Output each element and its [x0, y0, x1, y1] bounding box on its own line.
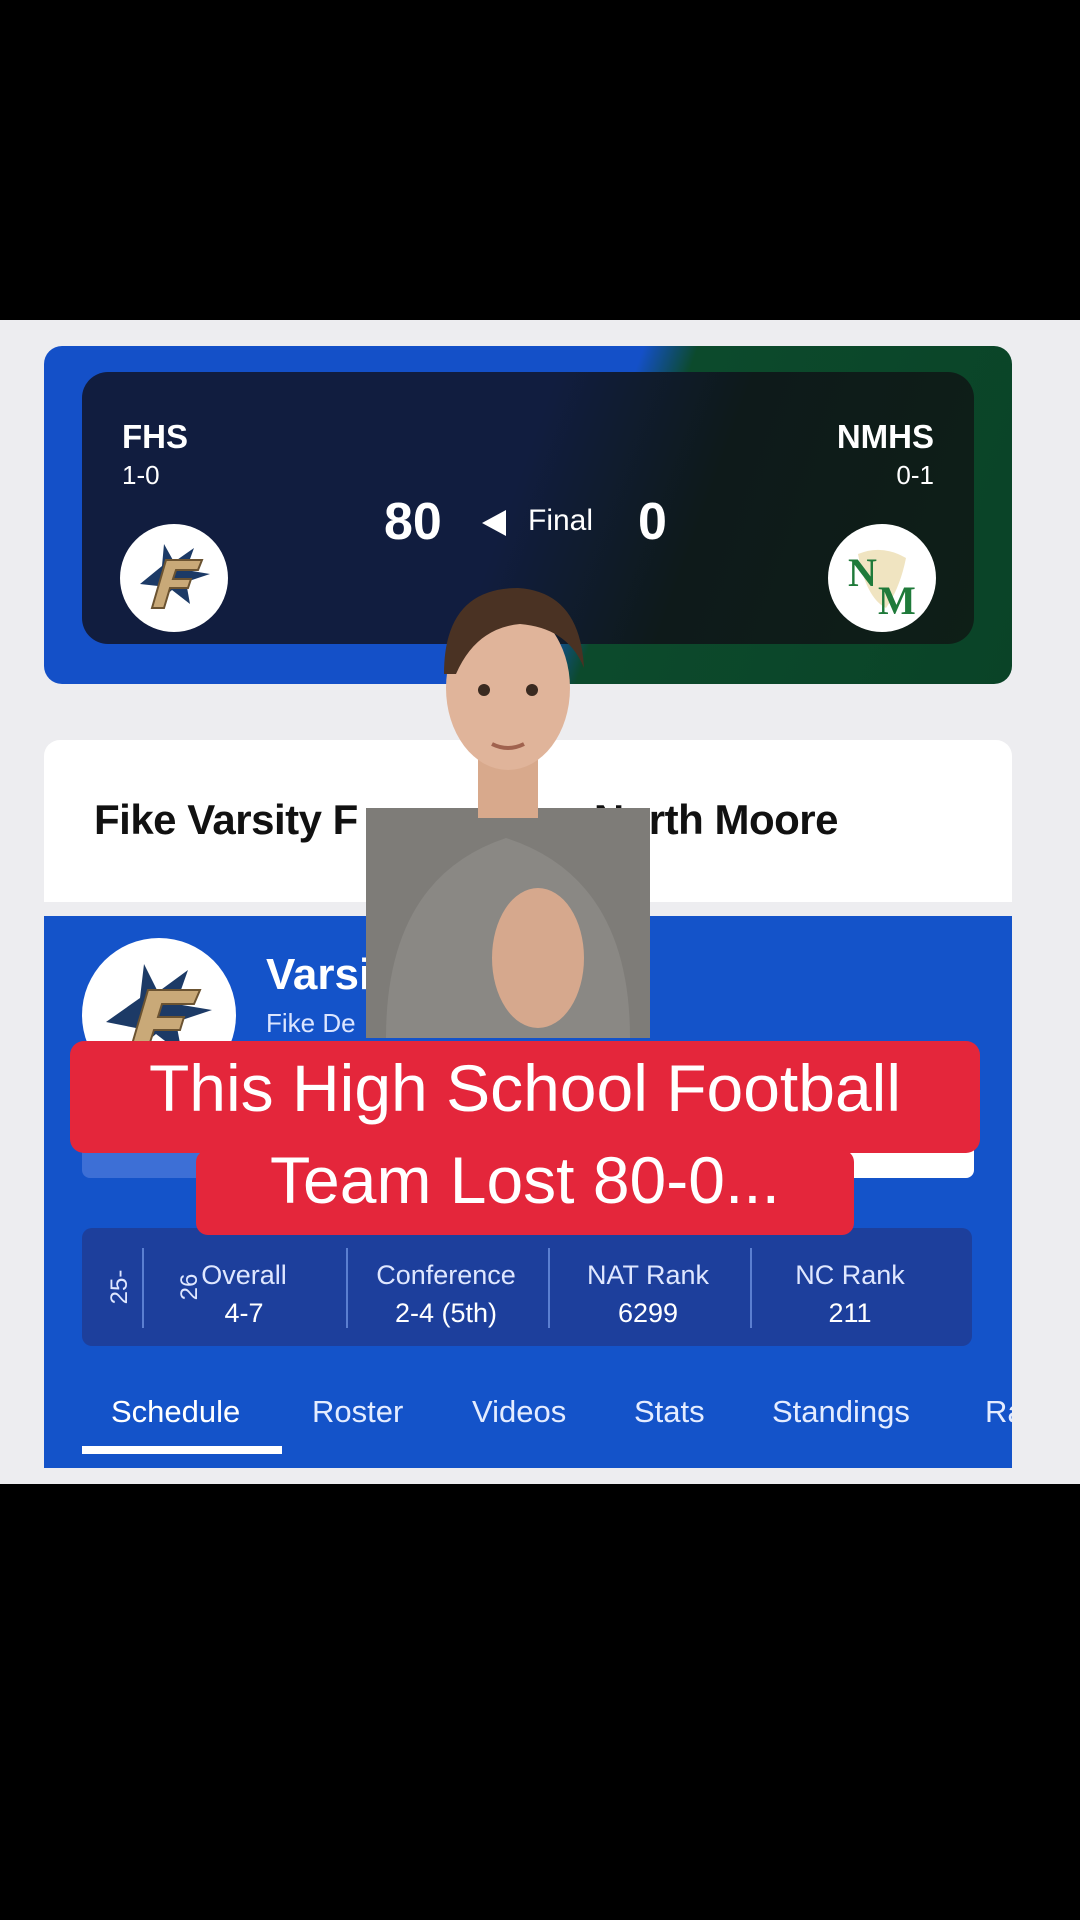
svg-text:N: N	[848, 550, 877, 595]
team-name: Varsi	[266, 950, 372, 999]
team-stats-box: 25-26 Overall 4-7 Conference 2-4 (5th) N…	[82, 1228, 972, 1346]
away-team-record: 0-1	[896, 460, 934, 490]
stat-label: NAT Rank	[586, 1260, 710, 1290]
tab-roster[interactable]: Roster	[312, 1394, 403, 1430]
stat-value: 211	[828, 1298, 872, 1328]
tab-videos[interactable]: Videos	[472, 1394, 566, 1430]
divider	[548, 1248, 550, 1328]
stat-label: NC Rank	[795, 1260, 905, 1290]
stat-label: Overall	[201, 1260, 287, 1290]
north-moore-logo[interactable]: N M	[828, 524, 936, 632]
team-subtitle: Fike De	[266, 1008, 356, 1038]
caption-line1: This High School Football	[148, 1051, 902, 1125]
away-score: 0	[638, 493, 667, 551]
caption-line2: Team Lost 80-0...	[270, 1143, 780, 1217]
home-team-abbr: FHS	[122, 418, 188, 455]
tab-standings[interactable]: Standings	[772, 1394, 910, 1430]
tab-rankings[interactable]: Ra	[985, 1394, 1012, 1430]
away-team-abbr: NMHS	[836, 418, 934, 455]
stat-label: Conference	[376, 1260, 516, 1290]
divider	[750, 1248, 752, 1328]
svg-text:M: M	[878, 578, 916, 623]
divider	[346, 1248, 348, 1328]
fike-falcons-logo[interactable]	[120, 524, 228, 632]
game-status: Final	[528, 504, 594, 537]
winner-indicator-triangle-icon	[482, 510, 506, 541]
stat-value: 2-4 (5th)	[394, 1298, 498, 1328]
divider	[142, 1248, 144, 1328]
tab-schedule[interactable]: Schedule	[111, 1394, 240, 1430]
game-title-left: Fike Varsity F	[94, 796, 358, 843]
team-tabs: Schedule Roster Videos Stats Standings R…	[44, 1384, 1012, 1454]
home-score: 80	[384, 493, 442, 551]
tab-stats[interactable]: Stats	[634, 1394, 705, 1430]
home-team-record: 1-0	[122, 460, 160, 490]
season-label: 25-26	[106, 1269, 203, 1305]
stat-value: 6299	[617, 1298, 679, 1328]
presenter-video-overlay	[366, 578, 650, 1038]
active-tab-indicator	[82, 1446, 282, 1454]
stat-value: 4-7	[224, 1298, 264, 1328]
